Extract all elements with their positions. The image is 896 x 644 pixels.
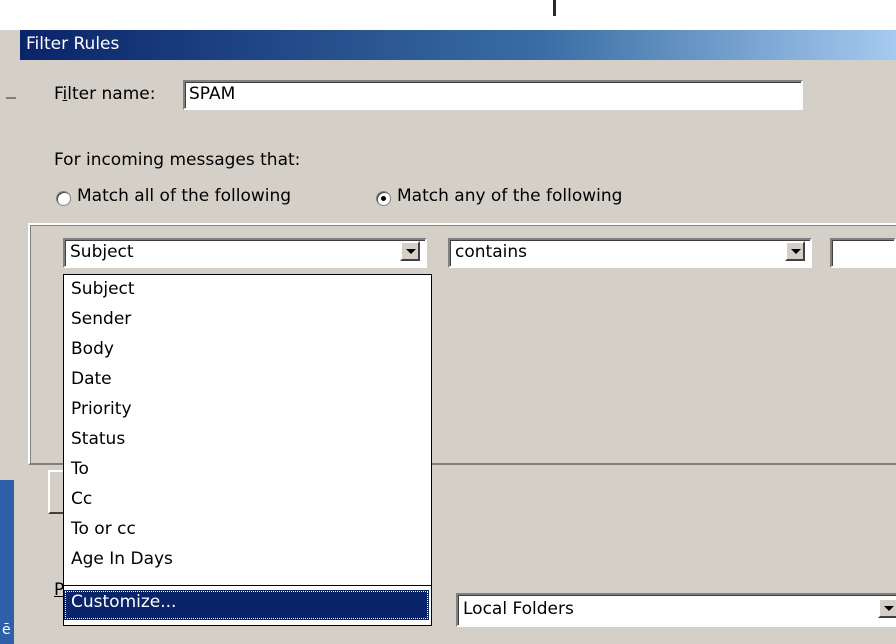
list-item-to[interactable]: To (71, 459, 89, 479)
incoming-messages-label: For incoming messages that: (54, 150, 301, 170)
filter-rules-dialog: Filter Rules Filter name: SPAM For incom… (20, 30, 896, 644)
list-item-cc[interactable]: Cc (71, 489, 92, 509)
match-all-label[interactable]: Match all of the following (77, 186, 291, 206)
chevron-down-icon (884, 606, 894, 611)
list-item-subject[interactable]: Subject (71, 279, 135, 299)
filter-name-input[interactable]: SPAM (183, 80, 803, 110)
radio-selected-dot (381, 196, 386, 201)
background-separator (6, 97, 16, 99)
field-select[interactable]: Subject (63, 238, 427, 268)
list-divider (64, 585, 431, 586)
folder-dropdown-button[interactable] (878, 598, 896, 618)
list-item-to-or-cc[interactable]: To or cc (71, 519, 136, 539)
background-panel (0, 480, 14, 644)
list-item-date[interactable]: Date (71, 369, 112, 389)
match-all-radio[interactable] (56, 191, 71, 206)
list-item-body[interactable]: Body (71, 339, 114, 359)
field-dropdown-button[interactable] (400, 241, 420, 261)
operator-select[interactable]: contains (448, 238, 812, 268)
criteria-value-input[interactable] (830, 238, 896, 268)
list-item-status[interactable]: Status (71, 429, 125, 449)
list-item-customize-label: Customize... (71, 592, 177, 612)
dialog-title: Filter Rules (26, 34, 120, 54)
match-any-label[interactable]: Match any of the following (397, 186, 622, 206)
operator-dropdown-button[interactable] (785, 241, 805, 261)
list-item-customize[interactable]: Customize... (64, 590, 429, 620)
match-any-radio[interactable] (376, 191, 391, 206)
background-window-top (0, 0, 896, 30)
filter-name-value: SPAM (189, 84, 236, 104)
filter-name-label: Filter name: (54, 84, 156, 104)
background-partial-text: ē (2, 622, 11, 638)
list-item-age-in-days[interactable]: Age In Days (71, 549, 173, 569)
field-dropdown-list[interactable]: Subject Sender Body Date Priority Status… (63, 274, 432, 626)
operator-select-value: contains (455, 242, 527, 262)
chevron-down-icon (791, 249, 801, 254)
titlebar[interactable]: Filter Rules (20, 30, 896, 60)
list-item-priority[interactable]: Priority (71, 399, 132, 419)
list-item-sender[interactable]: Sender (71, 309, 131, 329)
chevron-down-icon (406, 249, 416, 254)
target-folder-select[interactable]: Local Folders (456, 593, 896, 627)
background-divider (553, 0, 556, 16)
target-folder-value: Local Folders (463, 599, 574, 619)
field-select-value: Subject (70, 242, 134, 262)
